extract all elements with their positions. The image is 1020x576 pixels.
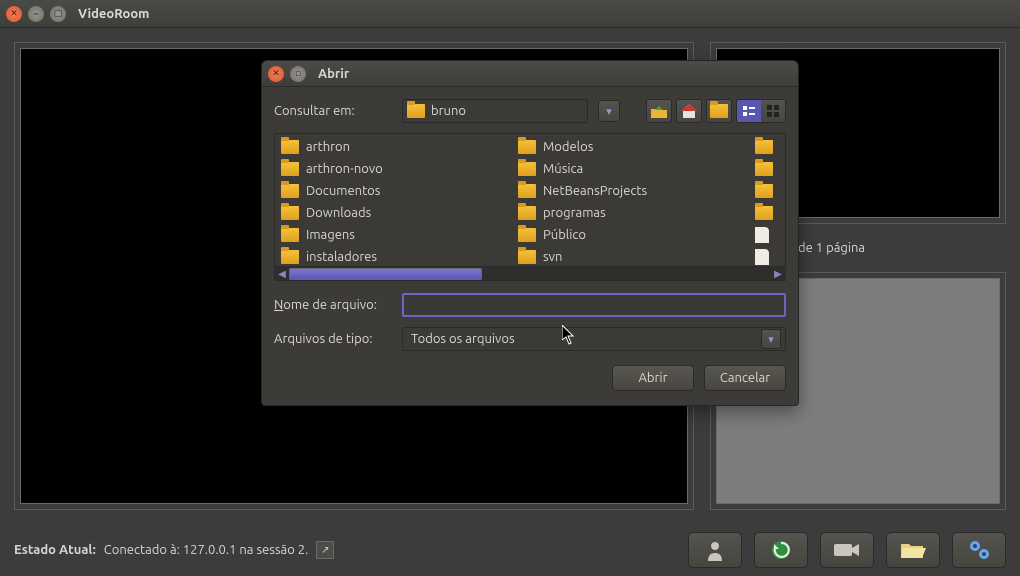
- refresh-button[interactable]: [754, 532, 808, 568]
- maximize-icon[interactable]: ▢: [50, 6, 66, 22]
- status-text: Conectado à: 127.0.0.1 na sessão 2.: [104, 543, 309, 557]
- file-item[interactable]: [755, 248, 779, 266]
- file-item[interactable]: arthron: [281, 138, 506, 156]
- file-item-label: Música: [543, 162, 583, 176]
- status-bar: Estado Atual: Conectado à: 127.0.0.1 na …: [14, 541, 334, 559]
- file-item-label: svn: [543, 250, 562, 264]
- folder-icon: [281, 184, 299, 198]
- folder-icon: [755, 206, 773, 220]
- close-icon[interactable]: ✕: [6, 6, 22, 22]
- open-dialog: ✕ ▫ Abrir Consultar em: bruno ▾: [261, 60, 799, 406]
- dialog-minimize-icon[interactable]: ▫: [290, 66, 306, 82]
- lookin-label: Consultar em:: [274, 104, 392, 118]
- folder-icon: [518, 228, 536, 242]
- minimize-icon[interactable]: –: [28, 6, 44, 22]
- file-item-label: NetBeansProjects: [543, 184, 647, 198]
- file-item-label: Downloads: [306, 206, 371, 220]
- external-link-icon[interactable]: ↗: [316, 541, 334, 559]
- camera-button[interactable]: [820, 532, 874, 568]
- file-item[interactable]: Público: [518, 226, 743, 244]
- file-item[interactable]: [755, 226, 779, 244]
- window-title: VideoRoom: [78, 7, 149, 21]
- folder-icon: [755, 140, 773, 154]
- dialog-title: Abrir: [318, 67, 349, 81]
- home-button[interactable]: [676, 99, 702, 123]
- folder-icon: [281, 250, 299, 264]
- lookin-select[interactable]: bruno: [402, 99, 588, 123]
- folder-icon: [518, 206, 536, 220]
- file-item[interactable]: [755, 182, 779, 200]
- folder-icon: [518, 140, 536, 154]
- user-button[interactable]: [688, 532, 742, 568]
- file-item[interactable]: Música: [518, 160, 743, 178]
- filename-input[interactable]: [402, 293, 786, 317]
- scroll-thumb[interactable]: [289, 268, 482, 280]
- folder-icon: [281, 206, 299, 220]
- main-titlebar: ✕ – ▢ VideoRoom: [0, 0, 1020, 28]
- lookin-value: bruno: [431, 104, 583, 118]
- open-folder-button[interactable]: [886, 532, 940, 568]
- dialog-titlebar: ✕ ▫ Abrir: [262, 61, 798, 87]
- file-item[interactable]: svn: [518, 248, 743, 266]
- folder-icon: [281, 140, 299, 154]
- folder-icon: [518, 162, 536, 176]
- file-icon: [755, 249, 769, 265]
- file-item[interactable]: Imagens: [281, 226, 506, 244]
- folder-icon: [281, 162, 299, 176]
- file-item[interactable]: [755, 204, 779, 222]
- view-mode-toggle[interactable]: [736, 99, 786, 123]
- open-button[interactable]: Abrir: [612, 365, 694, 391]
- lookin-dropdown-button[interactable]: ▾: [598, 100, 620, 122]
- file-item[interactable]: Modelos: [518, 138, 743, 156]
- new-folder-button[interactable]: [706, 99, 732, 123]
- list-view-icon[interactable]: [737, 100, 761, 122]
- filetype-select[interactable]: Todos os arquivos ▾: [402, 327, 786, 351]
- file-item-label: programas: [543, 206, 606, 220]
- scroll-track[interactable]: [289, 268, 771, 280]
- file-item[interactable]: Documentos: [281, 182, 506, 200]
- folder-icon: [755, 162, 773, 176]
- file-item[interactable]: NetBeansProjects: [518, 182, 743, 200]
- filename-label: Nome de arquivo:: [274, 298, 392, 312]
- file-item[interactable]: instaladores: [281, 248, 506, 266]
- file-item-label: Modelos: [543, 140, 593, 154]
- cancel-button[interactable]: Cancelar: [704, 365, 786, 391]
- filetype-value: Todos os arquivos: [411, 332, 515, 346]
- grid-view-icon[interactable]: [761, 100, 785, 122]
- file-list[interactable]: arthron arthron-novo Documentos Downloads Im…: [274, 133, 786, 267]
- file-item-label: Público: [543, 228, 586, 242]
- file-icon: [755, 227, 769, 243]
- folder-icon: [407, 104, 425, 118]
- up-folder-button[interactable]: [646, 99, 672, 123]
- scroll-left-icon[interactable]: ◀: [275, 268, 289, 280]
- file-item-label: Documentos: [306, 184, 380, 198]
- file-item[interactable]: arthron-novo: [281, 160, 506, 178]
- folder-icon: [755, 184, 773, 198]
- file-item-label: instaladores: [306, 250, 377, 264]
- folder-icon: [281, 228, 299, 242]
- dialog-close-icon[interactable]: ✕: [268, 66, 284, 82]
- folder-icon: [518, 184, 536, 198]
- settings-button[interactable]: [952, 532, 1006, 568]
- scroll-right-icon[interactable]: ▶: [771, 268, 785, 280]
- file-item[interactable]: Downloads: [281, 204, 506, 222]
- folder-icon: [518, 250, 536, 264]
- file-item[interactable]: [755, 160, 779, 178]
- folder-icon: [710, 104, 728, 118]
- file-list-hscroll[interactable]: ◀ ▶: [274, 267, 786, 281]
- file-item[interactable]: [755, 138, 779, 156]
- file-item[interactable]: programas: [518, 204, 743, 222]
- file-item-label: arthron-novo: [306, 162, 383, 176]
- file-item-label: Imagens: [306, 228, 355, 242]
- filetype-label: Arquivos de tipo:: [274, 332, 392, 346]
- file-item-label: arthron: [306, 140, 350, 154]
- status-label: Estado Atual:: [14, 543, 96, 557]
- chevron-down-icon: ▾: [761, 329, 781, 349]
